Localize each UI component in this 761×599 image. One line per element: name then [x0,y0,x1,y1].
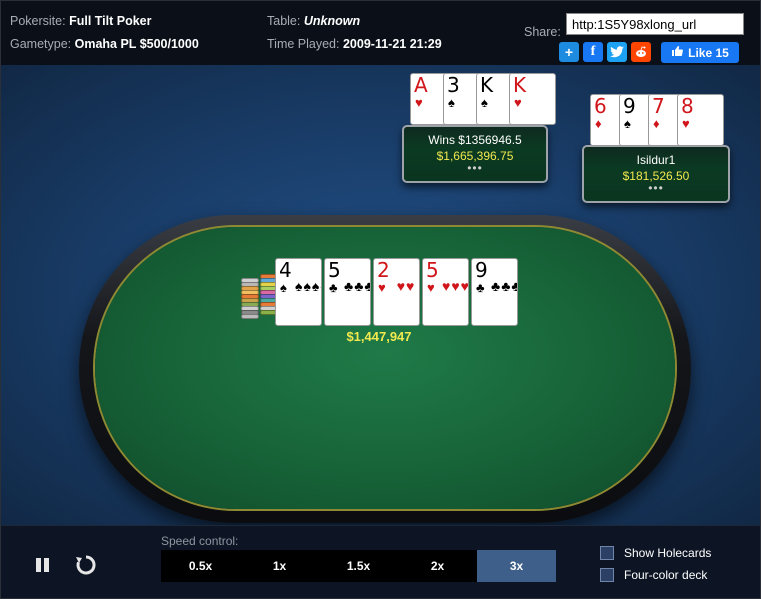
speed-button-2x[interactable]: 2x [398,550,477,582]
card-rank: 3 [447,73,460,97]
plus-icon[interactable]: + [559,42,579,62]
card-suit-icon: ♣ [476,280,485,295]
time-played-info: Time Played: 2009-11-21 21:29 [267,37,442,51]
card-rank: 6 [594,94,607,118]
thumbs-up-icon [671,45,684,60]
speed-selector: 0.5x 1x 1.5x 2x 3x [161,550,556,582]
card-suit-icon: ♠ [280,280,287,295]
replayer-window: Pokersite: Full Tilt Poker Gametype: Oma… [0,0,761,599]
four-color-option[interactable]: Four-color deck [600,568,707,582]
card-suit-icon: ♥ [682,116,690,131]
show-holecards-option[interactable]: Show Holecards [600,546,711,560]
table-info: Table: Unknown [267,14,360,28]
pot-amount: $1,447,947 [346,329,412,344]
card-rank: 4 [279,258,292,282]
card-suit-icon: ♦ [595,116,602,131]
playing-card: K♥♥ [509,73,556,125]
poker-room: Wins $1356946.5 $1,665,396.75 ••• Isildu… [1,65,760,525]
share-url-input[interactable] [566,13,744,35]
card-suit-icon: ♥ [415,95,423,110]
card-suit-icon: ♥ [378,280,386,295]
pokersite-value: Full Tilt Poker [69,14,152,28]
card-pips: ♥♥♥♥♥ [442,278,468,294]
gametype-value: Omaha PL $500/1000 [74,37,199,51]
pokersite-info: Pokersite: Full Tilt Poker [10,14,152,28]
card-pips: ♣♣♣♣♣ [344,278,370,294]
like-label: Like 15 [688,45,729,60]
time-played-key: Time Played: [267,37,340,51]
table-key: Table: [267,14,301,28]
card-rank: K [480,73,494,97]
playing-card: 4♠♠♠♠♠ [275,258,322,326]
card-suit-icon: ♠ [481,95,488,110]
four-color-label: Four-color deck [624,568,708,582]
card-rank: 9 [475,258,488,282]
playing-card: 5♣♣♣♣♣♣ [324,258,371,326]
card-rank: 8 [681,94,694,118]
twitter-icon[interactable] [607,42,627,62]
card-rank: 2 [377,258,390,282]
gametype-key: Gametype: [10,37,72,51]
card-pips: ♠♠♠♠ [295,278,321,294]
speed-button-1x[interactable]: 1x [240,550,319,582]
pot-chip-stack [241,278,259,319]
card-suit-icon: ♥ [427,280,435,295]
player-action-dots: ••• [648,181,664,195]
like-button[interactable]: Like 15 [661,42,739,63]
player-action-dots: ••• [467,161,483,175]
playing-card: 2 ♥ ♥♥ [373,258,420,326]
facebook-icon[interactable]: f [583,42,603,62]
chip [241,314,259,319]
replay-icon[interactable] [75,554,97,580]
speed-control-label: Speed control: [161,534,239,548]
table-value: Unknown [303,14,361,28]
card-rank: 5 [426,258,439,282]
show-holecards-label: Show Holecards [624,546,712,560]
playing-card: 9♣♣♣♣♣♣♣ [471,258,518,326]
card-rank: A [414,73,428,97]
reddit-icon[interactable] [631,42,651,62]
playback-controls: Speed control: 0.5x 1x 1.5x 2x 3x Show Holec… [1,525,760,598]
seat-top-player[interactable]: Wins $1356946.5 $1,665,396.75 ••• [402,125,548,183]
card-suit-icon: ♦ [653,116,660,131]
gametype-info: Gametype: Omaha PL $500/1000 [10,37,199,51]
pokersite-key: Pokersite: [10,14,66,28]
share-label: Share: [524,25,561,39]
hand-info-header: Pokersite: Full Tilt Poker Gametype: Oma… [1,1,760,65]
card-rank: 9 [623,94,636,118]
playing-card: 5♥♥♥♥♥♥ [422,258,469,326]
card-pips: ♣♣♣♣♣♣ [491,278,517,294]
player-name: Wins $1356946.5 [428,133,522,147]
card-pips: ♥♥ [396,278,416,294]
card-rank: 7 [652,94,665,118]
four-color-checkbox[interactable] [600,568,614,582]
time-played-value: 2009-11-21 21:29 [342,37,442,51]
card-suit-icon: ♠ [448,95,455,110]
speed-button-0-5x[interactable]: 0.5x [161,550,240,582]
card-suit-icon: ♣ [329,280,338,295]
playing-card: 8♥♥♥♥♥♥♥ [677,94,724,146]
player-name: Isildur1 [636,153,676,167]
seat-isildur1[interactable]: Isildur1 $181,526.50 ••• [582,145,730,203]
card-rank: 5 [328,258,341,282]
speed-button-3x[interactable]: 3x [477,550,556,582]
card-suit-icon: ♠ [624,116,631,131]
speed-button-1-5x[interactable]: 1.5x [319,550,398,582]
show-holecards-checkbox[interactable] [600,546,614,560]
card-rank: K [513,73,527,97]
pause-button[interactable] [35,558,51,574]
card-suit-icon: ♥ [514,95,522,110]
